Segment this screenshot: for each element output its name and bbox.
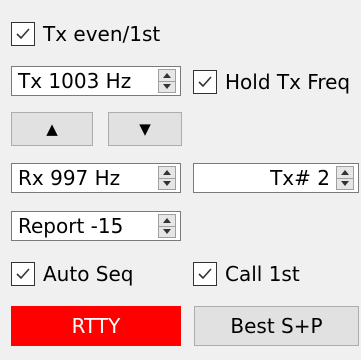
report-spinbox[interactable]: Report -15 bbox=[11, 211, 181, 241]
rtty-button-label: RTTY bbox=[71, 314, 121, 338]
tx-freq-stepper[interactable] bbox=[158, 69, 176, 93]
rtty-button[interactable]: RTTY bbox=[11, 306, 181, 346]
report-value: Report -15 bbox=[18, 214, 124, 238]
best-sp-button-label: Best S+P bbox=[230, 314, 323, 338]
checkmark-icon bbox=[16, 268, 30, 280]
checkmark-icon bbox=[198, 76, 212, 88]
tx-number-stepper[interactable] bbox=[336, 166, 354, 190]
tx-number-spinbox[interactable]: Tx# 2 bbox=[193, 163, 359, 193]
tx-even-label: Tx even/1st bbox=[43, 22, 161, 46]
stepper-up-icon[interactable] bbox=[159, 167, 175, 178]
checkmark-icon bbox=[198, 268, 212, 280]
stepper-down-icon[interactable] bbox=[159, 80, 175, 93]
checkmark-icon bbox=[16, 28, 30, 40]
tx-even-checkbox[interactable] bbox=[11, 22, 35, 46]
hold-tx-freq-checkbox-row[interactable]: Hold Tx Freq bbox=[193, 70, 350, 94]
freq-up-button[interactable]: ▲ bbox=[11, 112, 93, 146]
hold-tx-freq-checkbox[interactable] bbox=[193, 70, 217, 94]
rx-freq-value: Rx 997 Hz bbox=[18, 166, 121, 190]
arrow-down-icon: ▼ bbox=[139, 120, 151, 138]
rx-freq-stepper[interactable] bbox=[158, 166, 176, 190]
report-stepper[interactable] bbox=[158, 214, 176, 238]
call-1st-checkbox[interactable] bbox=[193, 262, 217, 286]
tx-even-checkbox-row[interactable]: Tx even/1st bbox=[11, 22, 160, 46]
stepper-down-icon[interactable] bbox=[159, 177, 175, 190]
rx-freq-spinbox[interactable]: Rx 997 Hz bbox=[11, 163, 181, 193]
auto-seq-checkbox-row[interactable]: Auto Seq bbox=[11, 262, 134, 286]
stepper-up-icon[interactable] bbox=[337, 167, 353, 178]
auto-seq-checkbox[interactable] bbox=[11, 262, 35, 286]
stepper-up-icon[interactable] bbox=[159, 70, 175, 81]
tx-freq-value: Tx 1003 Hz bbox=[18, 69, 132, 93]
stepper-down-icon[interactable] bbox=[159, 225, 175, 238]
freq-down-button[interactable]: ▼ bbox=[108, 112, 182, 146]
tx-number-value: Tx# 2 bbox=[270, 166, 330, 190]
tx-freq-spinbox[interactable]: Tx 1003 Hz bbox=[11, 66, 181, 96]
best-sp-button[interactable]: Best S+P bbox=[194, 306, 359, 346]
hold-tx-freq-label: Hold Tx Freq bbox=[225, 70, 351, 94]
call-1st-checkbox-row[interactable]: Call 1st bbox=[193, 262, 300, 286]
auto-seq-label: Auto Seq bbox=[43, 262, 134, 286]
call-1st-label: Call 1st bbox=[225, 262, 300, 286]
arrow-up-icon: ▲ bbox=[46, 120, 58, 138]
stepper-down-icon[interactable] bbox=[337, 177, 353, 190]
stepper-up-icon[interactable] bbox=[159, 215, 175, 226]
